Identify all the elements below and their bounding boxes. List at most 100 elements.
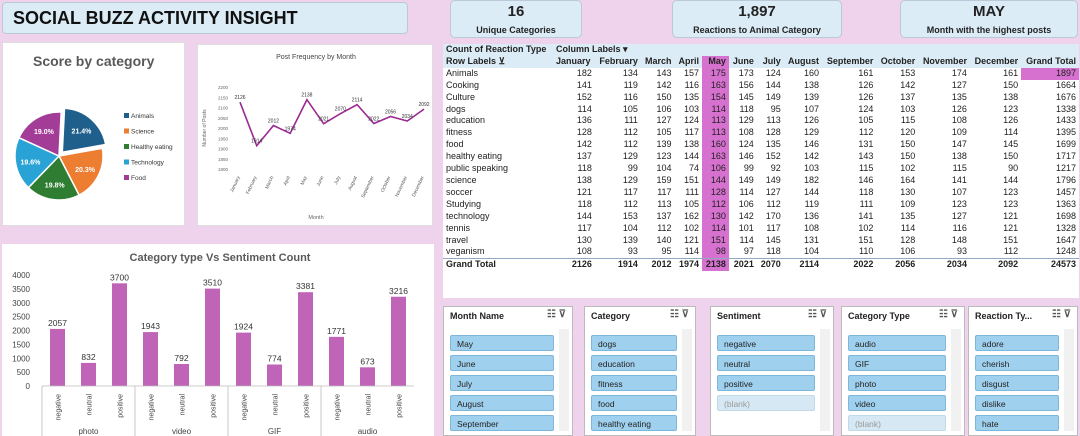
pivot-cell: 146: [858, 174, 874, 185]
pivot-month-header: January: [552, 55, 595, 68]
pivot-month-header: December: [969, 55, 1022, 68]
slicer-item[interactable]: (blank): [848, 415, 946, 431]
pivot-cell: 131: [858, 139, 874, 150]
x-tick-label: March: [264, 175, 275, 190]
bar-chart-title: Category type Vs Sentiment Count: [130, 252, 311, 264]
bar-category-label: neutral: [87, 394, 94, 416]
pivot-cell: 102: [858, 222, 874, 233]
pivot-cell: 109: [951, 127, 967, 138]
pivot-total-cell: 2022: [822, 258, 877, 272]
clear-filter-icon[interactable]: ☷ ⊽: [547, 309, 566, 320]
slicer-category[interactable]: Category ☷ ⊽ dogs education fitness food healt…: [584, 306, 696, 436]
legend-label: Animals: [131, 113, 155, 120]
x-tick-label: July: [333, 175, 342, 186]
slicer-item[interactable]: audio: [848, 335, 946, 351]
slicer-category-type[interactable]: Category Type ☷ ⊽ audio GIF photo video (blank…: [841, 306, 965, 436]
bar-chart-card[interactable]: Category type Vs Sentiment Count 4000 3500…: [2, 244, 434, 436]
slicer-scrollbar[interactable]: [1064, 329, 1074, 431]
pivot-cell: 127: [656, 115, 672, 126]
pivot-cell: 126: [1003, 115, 1019, 126]
pivot-cell: 1217: [1055, 163, 1076, 174]
pivot-cell: 124: [858, 103, 874, 114]
slicer-item[interactable]: August: [450, 395, 554, 411]
pivot-column-labels[interactable]: Column Labels ▾: [552, 44, 1079, 56]
slicer-item[interactable]: dislike: [975, 395, 1059, 411]
pivot-cell: 111: [624, 115, 638, 126]
pivot-cell: 117: [766, 222, 781, 233]
pivot-grand-total-header: Grand Total: [1021, 55, 1079, 68]
slicer-month-name[interactable]: Month Name ☷ ⊽ May June July August September: [443, 306, 573, 436]
pivot-cell: 114: [739, 186, 754, 197]
clear-filter-icon[interactable]: ☷ ⊽: [1052, 309, 1071, 320]
x-tick-label: June: [316, 175, 326, 187]
pivot-cell: 102: [900, 163, 916, 174]
slicer-item[interactable]: disgust: [975, 375, 1059, 391]
pivot-month-header: February: [594, 55, 641, 68]
legend-swatch: [124, 159, 129, 165]
slicer-item[interactable]: September: [450, 415, 554, 431]
slicer-item[interactable]: healthy eating: [591, 415, 677, 431]
pivot-cell: 74: [688, 163, 699, 174]
slicer-item[interactable]: GIF: [848, 355, 946, 371]
line-chart-card[interactable]: Post Frequency by Month 2200 2150 2100 2050 2…: [197, 44, 433, 226]
clear-filter-icon[interactable]: ☷ ⊽: [670, 309, 689, 320]
pivot-table[interactable]: Count of Reaction Type Column Labels ▾ Row…: [443, 44, 1079, 298]
slicer-item[interactable]: July: [450, 375, 554, 391]
pivot-cell: 159: [656, 174, 672, 185]
slicer-item[interactable]: cherish: [975, 355, 1059, 371]
slicer-item[interactable]: June: [450, 355, 554, 371]
pivot-row-labels[interactable]: Row Labels ⊻: [443, 55, 553, 68]
pivot-cell: 124: [683, 115, 699, 126]
slicer-item[interactable]: adore: [975, 335, 1059, 351]
slicer-item[interactable]: May: [450, 335, 554, 351]
line-data-label: 1914: [251, 139, 262, 145]
slicer-item[interactable]: negative: [717, 335, 815, 351]
pivot-cell: 153: [900, 67, 916, 78]
slicer-title: Reaction Ty...: [975, 311, 1033, 321]
slicer-item[interactable]: education: [591, 355, 677, 371]
pivot-cell: 107: [951, 186, 967, 197]
slicer-item[interactable]: positive: [717, 375, 815, 391]
pivot-cell: 144: [1003, 174, 1019, 185]
slicer-sentiment[interactable]: Sentiment ☷ ⊽ negative neutral positive (blan…: [710, 306, 834, 436]
slicer-reaction-type[interactable]: Reaction Ty... ☷ ⊽ adore cherish disgust disl…: [968, 306, 1078, 436]
pivot-cell: 126: [951, 103, 967, 114]
bar-data-label: 3700: [110, 272, 129, 282]
slicer-item[interactable]: dogs: [591, 335, 677, 351]
dashboard-title: SOCIAL BUZZ ACTIVITY INSIGHT: [2, 2, 408, 34]
slicer-scrollbar[interactable]: [951, 329, 961, 431]
pivot-cell: 128: [765, 127, 781, 138]
pivot-cell: 152: [765, 151, 781, 162]
clear-filter-icon[interactable]: ☷ ⊽: [939, 309, 958, 320]
slicer-item[interactable]: hate: [975, 415, 1059, 431]
pie-slice-label: 19.0%: [34, 129, 55, 136]
pivot-cell: 1328: [1055, 222, 1076, 233]
bar-data-label: 1771: [327, 326, 346, 336]
pivot-total-cell: 1974: [674, 258, 702, 272]
slicer-scrollbar[interactable]: [559, 329, 569, 431]
y-tick-label: 1950: [218, 136, 229, 141]
pivot-total-cell: 2034: [918, 258, 970, 272]
pivot-cell: 126: [858, 79, 874, 90]
pivot-row-label: public speaking: [446, 163, 509, 174]
pivot-cell: 138: [1003, 91, 1019, 102]
slicer-item[interactable]: food: [591, 395, 677, 411]
slicer-item[interactable]: (blank): [717, 395, 815, 411]
slicer-scrollbar[interactable]: [820, 329, 830, 431]
slicer-scrollbar[interactable]: [682, 329, 692, 431]
pie-chart-card[interactable]: Score by category 21.4% 20.3% 19.8% 19.6% 19…: [2, 42, 185, 226]
pivot-row-label: veganism: [446, 246, 485, 257]
kpi-unique-categories: 16 Unique Categories: [450, 0, 582, 38]
pivot-cell: 1433: [1055, 115, 1076, 126]
slicer-item[interactable]: video: [848, 395, 946, 411]
bar-data-label: 673: [360, 356, 374, 366]
pivot-total-cell: 2114: [783, 258, 823, 272]
pivot-cell: 97: [743, 246, 754, 257]
slicer-item[interactable]: fitness: [591, 375, 677, 391]
y-axis-label: Number of Posts: [202, 109, 208, 147]
slicer-item[interactable]: photo: [848, 375, 946, 391]
bar-category-label: positive: [211, 394, 218, 418]
slicer-item[interactable]: neutral: [717, 355, 815, 371]
clear-filter-icon[interactable]: ☷ ⊽: [808, 309, 827, 320]
pivot-cell: 136: [576, 115, 592, 126]
